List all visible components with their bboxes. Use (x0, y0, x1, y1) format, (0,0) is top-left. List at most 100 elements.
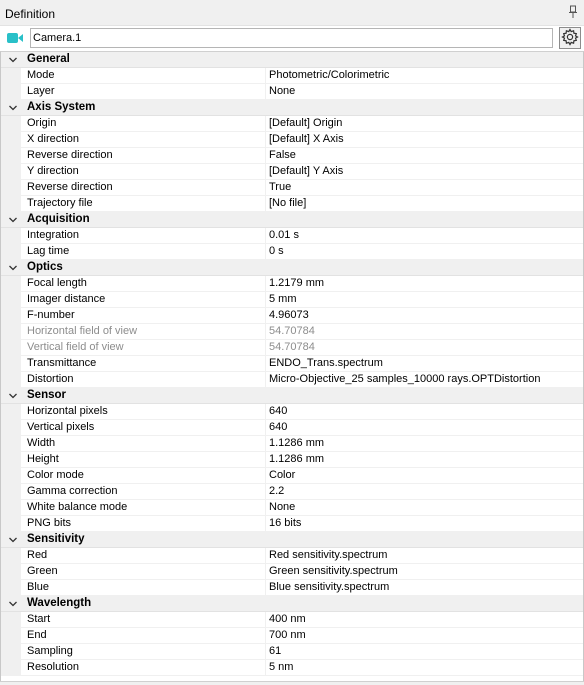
property-row[interactable]: Lag time 0 s (1, 244, 583, 260)
property-row[interactable]: Transmittance ENDO_Trans.spectrum (1, 356, 583, 372)
property-row[interactable]: Layer None (1, 84, 583, 100)
property-value[interactable]: Blue sensitivity.spectrum (269, 581, 389, 593)
pin-icon[interactable] (568, 5, 578, 19)
property-row[interactable]: Green Green sensitivity.spectrum (1, 564, 583, 580)
property-row[interactable]: White balance mode None (1, 500, 583, 516)
object-name-input[interactable] (30, 28, 553, 48)
column-divider[interactable] (265, 356, 266, 371)
property-row[interactable]: Height 1.1286 mm (1, 452, 583, 468)
property-value[interactable]: Photometric/Colorimetric (269, 69, 389, 81)
property-value[interactable]: 400 nm (269, 613, 306, 625)
property-value[interactable]: [Default] X Axis (269, 133, 344, 145)
settings-button[interactable] (559, 27, 581, 49)
property-value[interactable]: 640 (269, 405, 287, 417)
column-divider[interactable] (265, 84, 266, 99)
category-general[interactable]: General (1, 52, 583, 68)
property-row[interactable]: Width 1.1286 mm (1, 436, 583, 452)
property-row[interactable]: Trajectory file [No file] (1, 196, 583, 212)
column-divider[interactable] (265, 452, 266, 467)
property-row[interactable]: PNG bits 16 bits (1, 516, 583, 532)
category-axis-system[interactable]: Axis System (1, 100, 583, 116)
chevron-down-icon[interactable] (8, 535, 18, 545)
property-row[interactable]: F-number 4.96073 (1, 308, 583, 324)
category-wavelength[interactable]: Wavelength (1, 596, 583, 612)
property-row[interactable]: Blue Blue sensitivity.spectrum (1, 580, 583, 596)
property-row[interactable]: Resolution 5 nm (1, 660, 583, 676)
column-divider[interactable] (265, 132, 266, 147)
property-value[interactable]: 2.2 (269, 485, 284, 497)
column-divider[interactable] (265, 436, 266, 451)
property-value[interactable]: [No file] (269, 197, 306, 209)
column-divider[interactable] (265, 484, 266, 499)
property-value[interactable]: Green sensitivity.spectrum (269, 565, 398, 577)
column-divider[interactable] (265, 68, 266, 83)
property-value[interactable]: Micro-Objective_25 samples_10000 rays.OP… (269, 373, 540, 385)
property-row[interactable]: X direction [Default] X Axis (1, 132, 583, 148)
property-value[interactable]: 61 (269, 645, 281, 657)
property-value[interactable]: 1.2179 mm (269, 277, 324, 289)
property-value[interactable]: 5 mm (269, 293, 297, 305)
column-divider[interactable] (265, 164, 266, 179)
property-row[interactable]: Gamma correction 2.2 (1, 484, 583, 500)
column-divider[interactable] (265, 516, 266, 531)
property-value[interactable]: [Default] Origin (269, 117, 342, 129)
column-divider[interactable] (265, 228, 266, 243)
column-divider[interactable] (265, 116, 266, 131)
property-value[interactable]: [Default] Y Axis (269, 165, 343, 177)
property-row[interactable]: Reverse direction True (1, 180, 583, 196)
chevron-down-icon[interactable] (8, 215, 18, 225)
column-divider[interactable] (265, 276, 266, 291)
chevron-down-icon[interactable] (8, 103, 18, 113)
column-divider[interactable] (265, 564, 266, 579)
property-value[interactable]: 1.1286 mm (269, 437, 324, 449)
category-sensitivity[interactable]: Sensitivity (1, 532, 583, 548)
property-row[interactable]: Integration 0.01 s (1, 228, 583, 244)
column-divider[interactable] (265, 372, 266, 387)
property-row[interactable]: Y direction [Default] Y Axis (1, 164, 583, 180)
property-value[interactable]: 640 (269, 421, 287, 433)
property-value[interactable]: 0.01 s (269, 229, 299, 241)
property-row[interactable]: Horizontal pixels 640 (1, 404, 583, 420)
property-row[interactable]: Vertical pixels 640 (1, 420, 583, 436)
column-divider[interactable] (265, 548, 266, 563)
property-value[interactable]: Red sensitivity.spectrum (269, 549, 387, 561)
column-divider[interactable] (265, 308, 266, 323)
column-divider[interactable] (265, 244, 266, 259)
property-value[interactable]: 4.96073 (269, 309, 309, 321)
property-value[interactable]: False (269, 149, 296, 161)
chevron-down-icon[interactable] (8, 263, 18, 273)
chevron-down-icon[interactable] (8, 391, 18, 401)
column-divider[interactable] (265, 148, 266, 163)
column-divider[interactable] (265, 196, 266, 211)
category-acquisition[interactable]: Acquisition (1, 212, 583, 228)
property-row[interactable]: Sampling 61 (1, 644, 583, 660)
property-row[interactable]: Imager distance 5 mm (1, 292, 583, 308)
property-row[interactable]: Mode Photometric/Colorimetric (1, 68, 583, 84)
chevron-down-icon[interactable] (8, 55, 18, 65)
property-value[interactable]: Color (269, 469, 295, 481)
property-value[interactable]: ENDO_Trans.spectrum (269, 357, 383, 369)
column-divider[interactable] (265, 340, 266, 355)
property-row[interactable]: End 700 nm (1, 628, 583, 644)
column-divider[interactable] (265, 180, 266, 195)
column-divider[interactable] (265, 628, 266, 643)
property-row[interactable]: Color mode Color (1, 468, 583, 484)
column-divider[interactable] (265, 660, 266, 675)
property-row[interactable]: Start 400 nm (1, 612, 583, 628)
column-divider[interactable] (265, 468, 266, 483)
property-value[interactable]: 1.1286 mm (269, 453, 324, 465)
column-divider[interactable] (265, 292, 266, 307)
chevron-down-icon[interactable] (8, 599, 18, 609)
property-value[interactable]: None (269, 501, 295, 513)
property-value[interactable]: 0 s (269, 245, 284, 257)
column-divider[interactable] (265, 612, 266, 627)
column-divider[interactable] (265, 420, 266, 435)
column-divider[interactable] (265, 500, 266, 515)
category-sensor[interactable]: Sensor (1, 388, 583, 404)
property-value[interactable]: 700 nm (269, 629, 306, 641)
property-row[interactable]: Focal length 1.2179 mm (1, 276, 583, 292)
property-value[interactable]: None (269, 85, 295, 97)
column-divider[interactable] (265, 324, 266, 339)
property-row[interactable]: Distortion Micro-Objective_25 samples_100… (1, 372, 583, 388)
property-value[interactable]: True (269, 181, 291, 193)
